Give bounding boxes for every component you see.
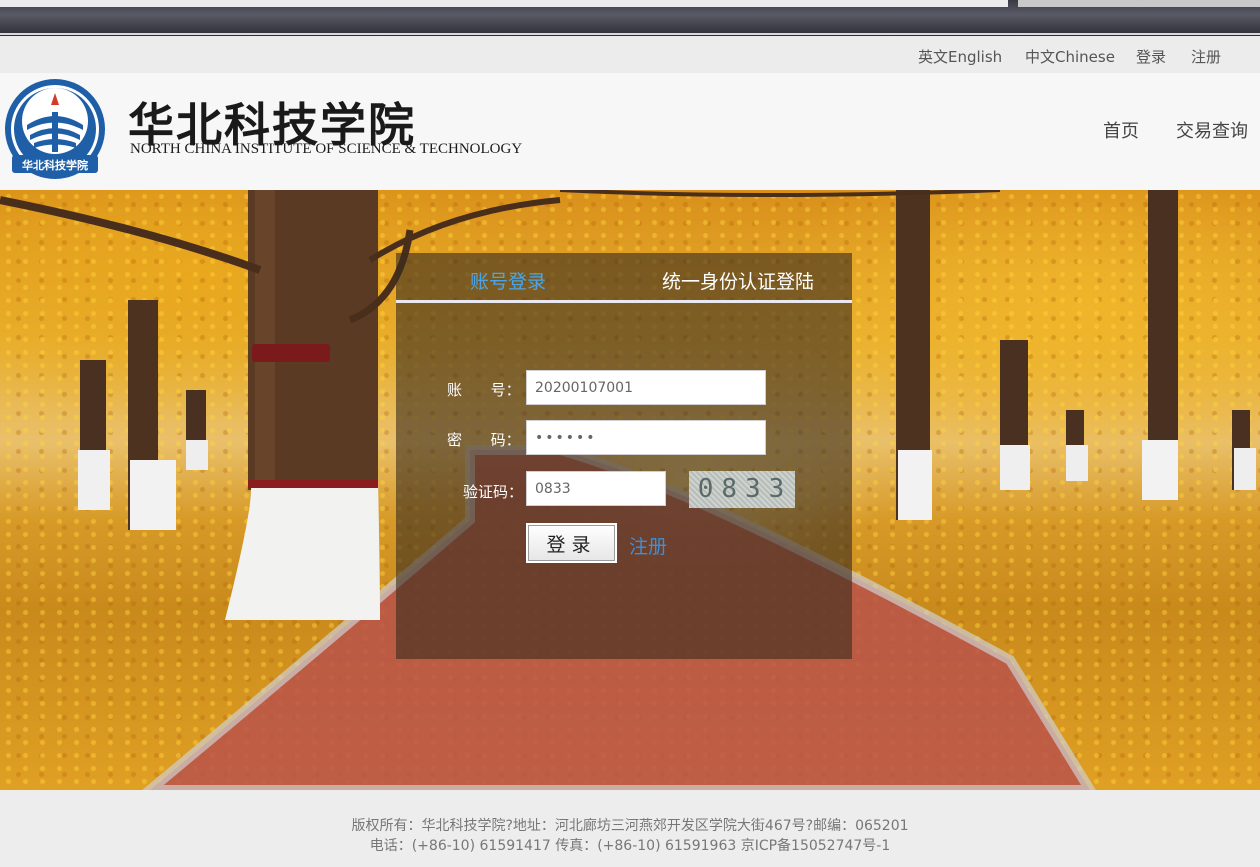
captcha-image[interactable]: 0833 [689, 471, 795, 508]
browser-divider [0, 33, 1260, 35]
logo-english-name: NORTH CHINA INSTITUTE OF SCIENCE & TECHN… [130, 141, 523, 157]
site-footer: 版权所有：华北科技学院?地址：河北廊坊三河燕郊开发区学院大街467号?邮编：06… [0, 790, 1260, 867]
login-submit-button[interactable]: 登录 [526, 523, 617, 563]
captcha-label: 验证码： [463, 483, 524, 501]
browser-bar-right [1018, 0, 1260, 7]
browser-bar-left [0, 0, 1008, 7]
english-link[interactable]: 英文English [918, 46, 1002, 67]
account-input[interactable] [526, 370, 766, 405]
nav-home[interactable]: 首页 [1103, 117, 1139, 143]
login-link[interactable]: 登录 [1136, 46, 1166, 67]
register-link[interactable]: 注册 [629, 532, 667, 559]
tab-account-login[interactable]: 账号登录 [470, 267, 546, 294]
university-seal-icon: 华北科技学院 [5, 79, 105, 179]
password-label: 密 码： [447, 431, 521, 449]
footer-contact: 电话：(+86-10) 61591417 传真：(+86-10) 6159196… [369, 838, 891, 854]
browser-toolbar-strip [0, 0, 1260, 36]
login-panel: 账号登录 统一身份认证登陆 账 号： 密 码： 验证码： 0833 登录 注册 [396, 253, 852, 659]
account-label: 账 号： [447, 381, 521, 399]
password-input[interactable] [526, 420, 766, 455]
tab-unified-auth-login[interactable]: 统一身份认证登陆 [662, 267, 814, 294]
captcha-input[interactable] [526, 471, 666, 506]
chinese-link[interactable]: 中文Chinese [1025, 46, 1115, 67]
nav-transactions[interactable]: 交易查询 [1176, 117, 1248, 143]
seal-text: 华北科技学院 [22, 158, 88, 172]
tab-divider [396, 300, 852, 303]
top-link-bar: 英文English 中文Chinese 登录 注册 [0, 36, 1260, 73]
register-link-top[interactable]: 注册 [1191, 46, 1221, 67]
footer-copyright: 版权所有：华北科技学院?地址：河北廊坊三河燕郊开发区学院大街467号?邮编：06… [351, 818, 909, 834]
site-header: 华北科技学院 华北科技学院 NORTH CHINA INSTITUTE OF S… [0, 73, 1260, 190]
